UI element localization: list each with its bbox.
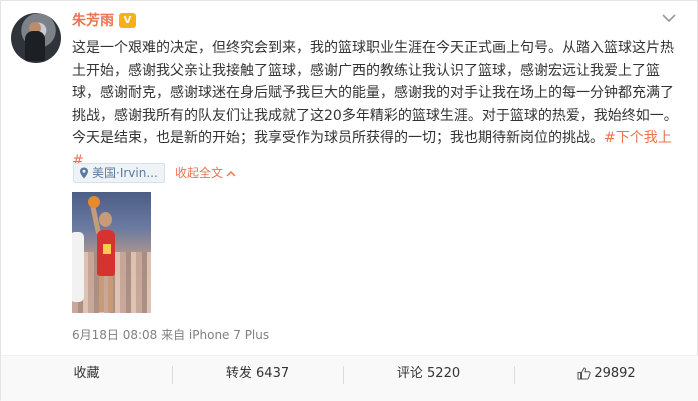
avatar-body-shape [25, 31, 45, 61]
chevron-down-icon[interactable] [662, 13, 676, 23]
location-label: 美国·Irvin... [92, 166, 158, 180]
photo-player-legs [99, 276, 113, 312]
location-tag[interactable]: 美国·Irvin... [73, 163, 165, 183]
comment-button[interactable]: 评论 5220 [343, 356, 514, 392]
photo-defender [72, 232, 84, 302]
repost-button[interactable]: 转发 6437 [172, 356, 343, 392]
chevron-up-icon [226, 164, 236, 182]
collapse-text-link[interactable]: 收起全文 [175, 164, 236, 182]
post-meta: 6月18日 08:08 来自 iPhone 7 Plus [72, 328, 270, 342]
photo-basketball [88, 196, 100, 208]
favorite-button[interactable]: 收藏 [1, 356, 172, 392]
thumbs-up-icon [577, 367, 591, 380]
action-bar: 收藏 转发 6437 评论 5220 29892 [1, 355, 698, 401]
collapse-label: 收起全文 [175, 166, 224, 180]
photo-player-head [99, 212, 112, 227]
post-body-text: 这是一个艰难的决定，但终究会到来，我的篮球职业生涯在今天正式画上句号。从踏入篮球… [72, 40, 678, 146]
author-name[interactable]: 朱芳雨 [72, 12, 114, 30]
post-photo[interactable] [72, 192, 151, 313]
avatar[interactable] [11, 13, 61, 63]
verified-badge[interactable]: V [119, 13, 136, 28]
like-button[interactable]: 29892 [514, 356, 698, 392]
location-pin-icon [80, 167, 88, 179]
like-count: 29892 [594, 366, 636, 381]
photo-jersey-number [103, 244, 111, 254]
post-text: 这是一个艰难的决定，但终究会到来，我的篮球职业生涯在今天正式画上句号。从踏入篮球… [72, 37, 682, 172]
weibo-post-card: 朱芳雨 V 这是一个艰难的决定，但终究会到来，我的篮球职业生涯在今天正式画上句号… [0, 0, 698, 401]
